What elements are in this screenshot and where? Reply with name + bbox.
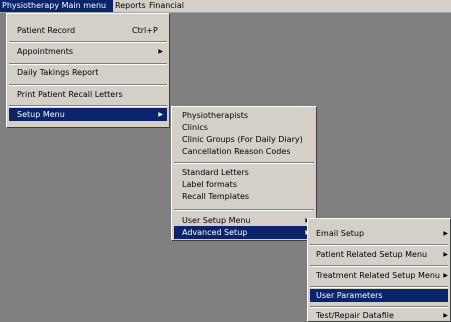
menu-item-setup-menu[interactable]: Setup Menu ▶ [9, 108, 167, 121]
menu-item-print-recall-letters[interactable]: Print Patient Recall Letters [9, 88, 167, 101]
menu-separator [9, 63, 167, 65]
menu-reports-label: Reports [115, 1, 146, 10]
patient-record-label: Patient Record [17, 26, 76, 35]
menu-item-appointments[interactable]: Appointments ▶ [9, 45, 167, 58]
advanced-setup-submenu: Email Setup ▶ Patient Related Setup Menu… [307, 218, 451, 322]
menu-item-email-setup[interactable]: Email Setup ▶ [310, 227, 448, 240]
submenu-arrow-icon: ▶ [443, 312, 448, 319]
main-menu-dropdown: Patient Record Ctrl+P Appointments ▶ Dai… [6, 13, 170, 128]
menu-item-advanced-setup[interactable]: Advanced Setup ▶ [174, 226, 314, 239]
menu-separator [174, 162, 314, 164]
submenu-arrow-icon: ▶ [158, 48, 163, 55]
submenu-arrow-icon: ▶ [158, 111, 163, 118]
email-setup-label: Email Setup [316, 229, 365, 238]
appointments-label: Appointments [17, 47, 74, 56]
menu-item-test-repair-datafile[interactable]: Test/Repair Datafile ▶ [310, 309, 448, 322]
daily-takings-label: Daily Takings Report [17, 68, 99, 77]
menu-separator [310, 306, 448, 308]
submenu-arrow-icon: ▶ [443, 272, 448, 279]
treatment-related-setup-label: Treatment Related Setup Menu [316, 271, 440, 280]
advanced-setup-label: Advanced Setup [182, 228, 248, 237]
patient-record-shortcut: Ctrl+P [132, 26, 158, 35]
menu-item-recall-templates[interactable]: Recall Templates [174, 190, 314, 203]
menu-separator [174, 209, 314, 211]
menu-item-treatment-related-setup[interactable]: Treatment Related Setup Menu ▶ [310, 269, 448, 282]
menu-bar: Physiotherapy Main menu Reports Financia… [0, 0, 451, 13]
menu-separator [310, 244, 448, 246]
patient-related-setup-label: Patient Related Setup Menu [316, 250, 428, 259]
user-parameters-label: User Parameters [316, 291, 383, 300]
menu-separator [310, 286, 448, 288]
menu-item-cancellation-codes[interactable]: Cancellation Reason Codes [174, 145, 314, 158]
menu-separator [9, 84, 167, 86]
cancellation-codes-label: Cancellation Reason Codes [182, 147, 291, 156]
menu-item-daily-takings[interactable]: Daily Takings Report [9, 66, 167, 79]
menu-reports[interactable]: Reports [113, 0, 148, 12]
menu-item-user-parameters[interactable]: User Parameters [310, 289, 448, 302]
menu-financial[interactable]: Financial [147, 0, 186, 12]
menu-physiotherapy-main[interactable]: Physiotherapy Main menu [0, 0, 113, 12]
menu-separator [9, 41, 167, 43]
menu-item-patient-related-setup[interactable]: Patient Related Setup Menu ▶ [310, 248, 448, 261]
test-repair-datafile-label: Test/Repair Datafile [316, 311, 394, 320]
menu-financial-label: Financial [149, 1, 185, 10]
menu-separator [310, 265, 448, 267]
setup-menu-label: Setup Menu [17, 110, 65, 119]
submenu-arrow-icon: ▶ [443, 230, 448, 237]
setup-submenu: Physiotherapists Clinics Clinic Groups (… [171, 106, 317, 241]
submenu-arrow-icon: ▶ [443, 251, 448, 258]
menu-separator [9, 105, 167, 107]
print-recall-letters-label: Print Patient Recall Letters [17, 90, 123, 99]
recall-templates-label: Recall Templates [182, 192, 250, 201]
menu-physiotherapy-main-label: Physiotherapy Main menu [2, 1, 107, 10]
menu-item-patient-record[interactable]: Patient Record Ctrl+P [9, 24, 167, 37]
